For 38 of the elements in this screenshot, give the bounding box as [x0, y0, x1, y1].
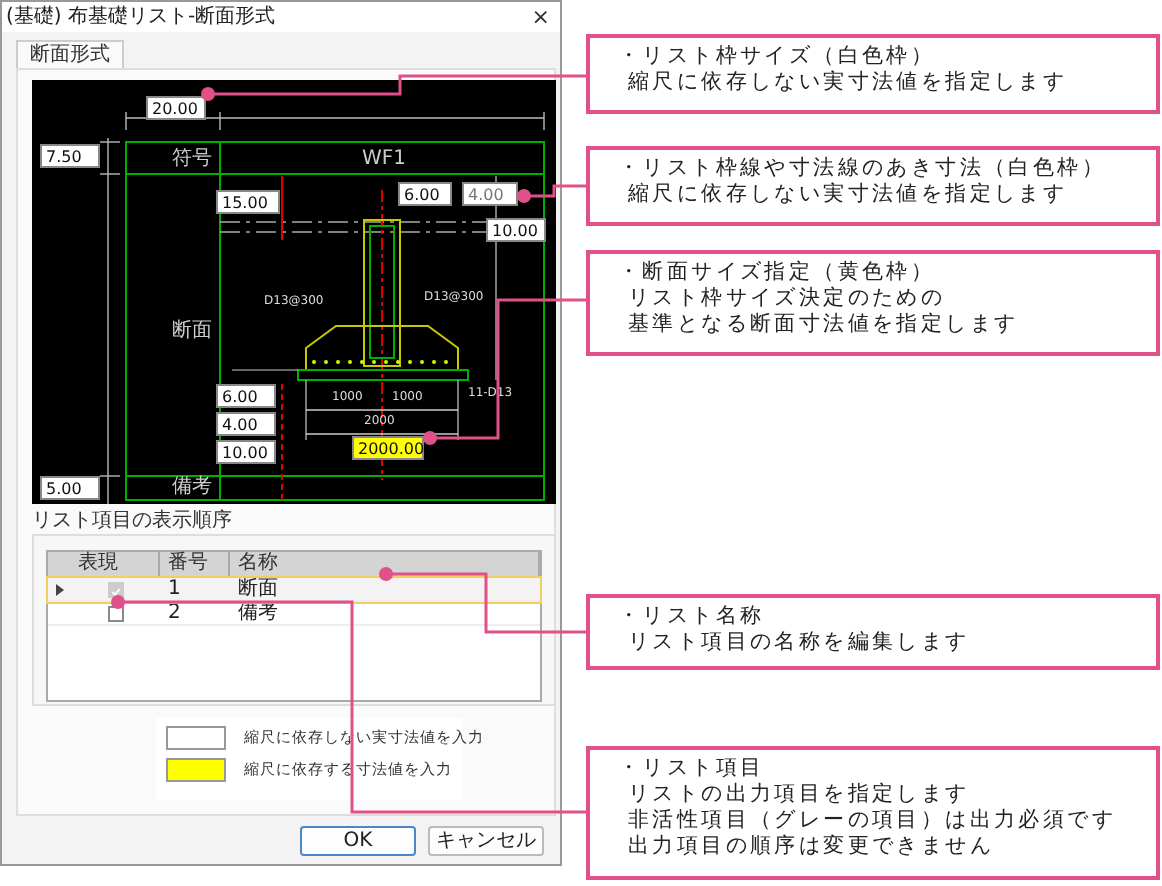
- ok-button[interactable]: OK: [300, 826, 416, 856]
- input-field[interactable]: 20.00: [146, 96, 206, 120]
- callout-text: リスト枠サイズ決定のための: [626, 286, 946, 312]
- input-field[interactable]: 4.00: [216, 412, 276, 436]
- callout-text: 縮尺に依存しない実寸法値を指定します: [626, 182, 1068, 208]
- color-swatch: [166, 726, 226, 750]
- callout-text: リスト項目の名称を編集します: [626, 630, 970, 656]
- close-button[interactable]: ×: [525, 5, 556, 29]
- cancel-button[interactable]: キャンセル: [428, 826, 544, 856]
- row-label: WF1: [362, 150, 407, 170]
- input-field[interactable]: 15.00: [216, 190, 280, 214]
- callout-text: リストの出力項目を指定します: [626, 782, 970, 808]
- row-label: 符号: [172, 150, 212, 170]
- input-field[interactable]: 7.50: [40, 144, 100, 168]
- callout-text: 基準となる断面寸法値を指定します: [626, 312, 1019, 338]
- tab[interactable]: 断面形式: [16, 40, 124, 68]
- table-cell-text: 備考: [236, 602, 280, 624]
- input-field[interactable]: 6.00: [216, 384, 276, 408]
- callout-text: 非活性項目（グレーの項目）は出力必須です: [626, 808, 1116, 834]
- input-field[interactable]: 10.00: [486, 218, 546, 242]
- table-cell-text: 断面: [236, 578, 280, 600]
- input-field[interactable]: 10.00: [216, 440, 276, 464]
- callout-text: ・リスト枠線や寸法線のあき寸法（白色枠）: [618, 156, 1106, 182]
- row-pointer-icon: [55, 583, 63, 595]
- callout-text: 縮尺に依存しない実寸法値を指定します: [626, 70, 1068, 96]
- row-label: 断面: [172, 322, 212, 342]
- callout-text: ・断面サイズ指定（黄色枠）: [618, 260, 936, 286]
- callout-text: ・リスト項目: [618, 756, 765, 782]
- callout-text: 出力項目の順序は変更できません: [626, 834, 994, 860]
- table-cell-text: 1: [166, 578, 183, 600]
- row-label: 備考: [172, 478, 212, 498]
- callout-text: ・リスト枠サイズ（白色枠）: [618, 44, 936, 70]
- input-field[interactable]: 5.00: [40, 476, 100, 500]
- callout-text: ・リスト名称: [618, 604, 765, 630]
- window-title: (基礎) 布基礎リスト-断面形式: [6, 5, 276, 29]
- color-swatch: [166, 758, 226, 782]
- input-field[interactable]: 6.00: [398, 182, 452, 206]
- group-title: リスト項目の表示順序: [32, 510, 234, 534]
